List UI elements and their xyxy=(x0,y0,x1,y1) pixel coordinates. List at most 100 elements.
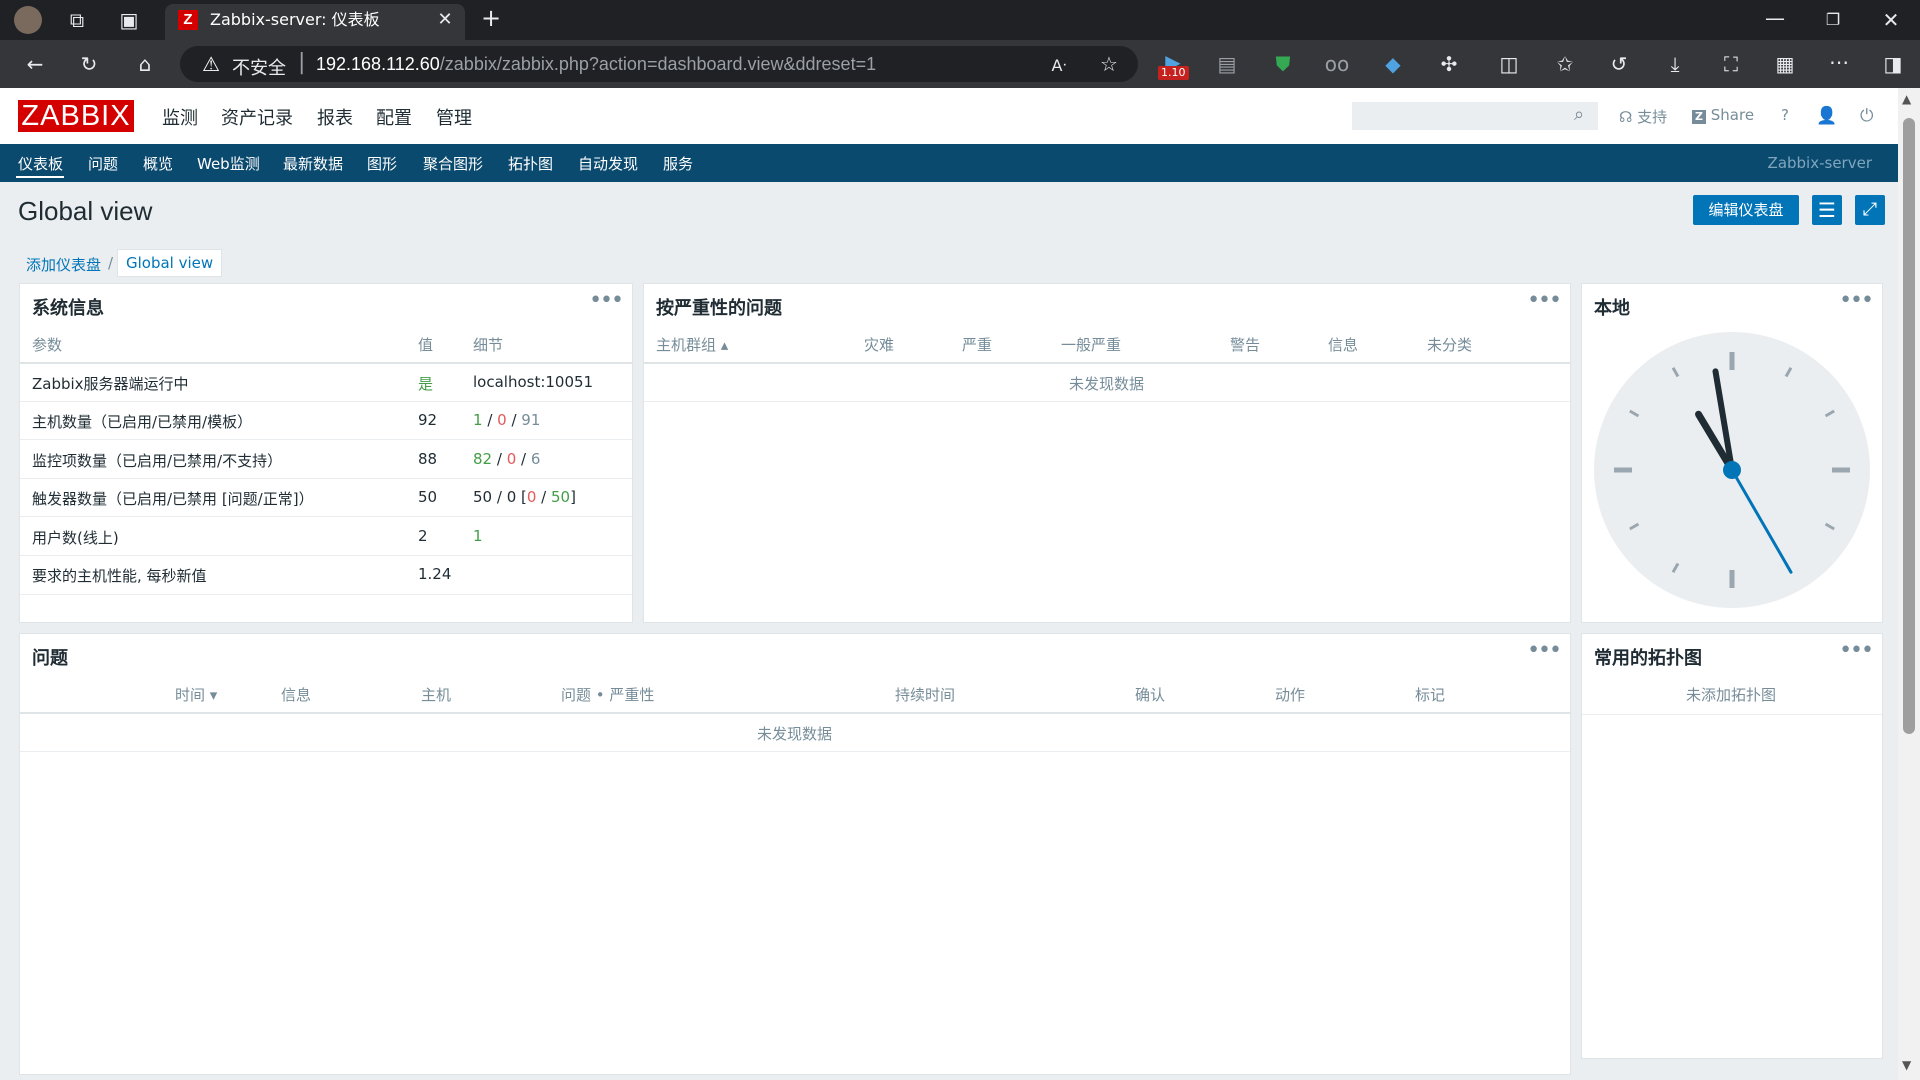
divider xyxy=(20,712,1570,714)
workspaces-icon[interactable]: ⧉ xyxy=(62,8,92,32)
reader-extension-icon[interactable]: oo xyxy=(1322,52,1352,76)
divider xyxy=(20,751,1570,752)
zabbix-logo[interactable]: ZABBIX xyxy=(18,100,134,132)
more-menu-icon[interactable]: ⋯ xyxy=(1824,50,1854,74)
menu-reports[interactable]: 报表 xyxy=(317,104,353,130)
back-icon[interactable]: ← xyxy=(20,52,50,76)
widget-menu-icon[interactable]: ••• xyxy=(1839,638,1874,663)
favorite-maps-widget: 常用的拓扑图 ••• 未添加拓扑图 xyxy=(1581,633,1883,1059)
reload-icon[interactable]: ↻ xyxy=(74,52,104,76)
restore-icon[interactable]: ❐ xyxy=(1818,8,1848,32)
param-detail: localhost:10051 xyxy=(473,373,594,391)
column-header: 持续时间 xyxy=(895,686,956,704)
submenu-discovery[interactable]: 自动发现 xyxy=(578,153,638,174)
ok-count: 50 xyxy=(551,488,571,506)
url-text[interactable]: 192.168.112.60/zabbix/zabbix.php?action=… xyxy=(316,54,876,75)
breadcrumb-separator: / xyxy=(108,254,114,272)
template-count: 91 xyxy=(521,411,541,429)
close-tab-icon[interactable]: ✕ xyxy=(430,8,460,32)
divider xyxy=(20,555,632,556)
param-label: 主机数量（已启用/已禁用/模板） xyxy=(32,413,253,431)
submenu-problems[interactable]: 问题 xyxy=(88,153,118,174)
disabled-count: 0 xyxy=(497,411,507,429)
param-value: 50 xyxy=(418,488,438,506)
param-label: 要求的主机性能, 每秒新值 xyxy=(32,567,207,585)
web-capture-icon[interactable]: ⛶ xyxy=(1716,52,1746,76)
bookmark-extension-icon[interactable]: ◆ xyxy=(1378,52,1408,76)
column-header-host-group[interactable]: 主机群组 ▴ xyxy=(656,334,728,355)
param-label: Zabbix服务器端运行中 xyxy=(32,375,189,393)
param-detail: 50 / 0 [0 / 50] xyxy=(473,488,576,506)
menu-configuration[interactable]: 配置 xyxy=(376,104,412,130)
menu-monitoring[interactable]: 监测 xyxy=(162,104,198,130)
breadcrumb-dashboards[interactable]: 添加仪表盘 xyxy=(26,254,101,275)
sidebar-toggle-icon[interactable]: ◨ xyxy=(1878,52,1908,76)
submenu-graphs[interactable]: 图形 xyxy=(367,153,397,174)
edit-dashboard-button[interactable]: 编辑仪表盘 xyxy=(1693,195,1799,225)
no-maps-message: 未添加拓扑图 xyxy=(1686,686,1777,704)
favorites-icon[interactable]: ✩ xyxy=(1550,52,1580,76)
column-header: 动作 xyxy=(1275,686,1306,704)
search-input[interactable] xyxy=(1352,102,1598,130)
submenu-web[interactable]: Web监测 xyxy=(197,153,260,174)
share-label: Share xyxy=(1710,106,1755,124)
enabled-count: 50 xyxy=(473,488,493,506)
breadcrumb-current[interactable]: Global view xyxy=(117,249,223,277)
widget-menu-icon[interactable]: ••• xyxy=(1839,288,1874,313)
menu-administration[interactable]: 管理 xyxy=(436,104,472,130)
submenu-maps[interactable]: 拓扑图 xyxy=(508,153,553,174)
enabled-count: 82 xyxy=(473,450,493,468)
downloads-icon[interactable]: ⤓ xyxy=(1660,52,1690,76)
analog-clock xyxy=(1594,332,1870,608)
minimize-icon[interactable]: — xyxy=(1760,6,1790,30)
split-screen-icon[interactable]: ◫ xyxy=(1494,52,1524,76)
shield-extension-icon[interactable]: ⛊ xyxy=(1268,52,1298,76)
column-header-time[interactable]: 时间 ▾ xyxy=(175,684,217,705)
user-profile-icon[interactable]: 👤 xyxy=(1816,106,1837,126)
scrollbar-thumb[interactable] xyxy=(1903,118,1915,734)
extensions-puzzle-icon[interactable]: ✣ xyxy=(1434,52,1464,76)
insecure-label[interactable]: 不安全 xyxy=(232,54,286,80)
fullscreen-button[interactable]: ⤢ xyxy=(1855,195,1885,225)
home-icon[interactable]: ⌂ xyxy=(130,52,160,76)
divider xyxy=(20,439,632,440)
submenu-overview[interactable]: 概览 xyxy=(143,153,173,174)
read-aloud-icon[interactable]: Aᐧ xyxy=(1044,54,1074,78)
sign-out-icon[interactable]: ⏻ xyxy=(1860,106,1873,126)
widget-title: 系统信息 xyxy=(32,298,104,319)
search-icon[interactable]: ⌕ xyxy=(1574,104,1584,125)
scroll-down-arrow-icon[interactable]: ▼ xyxy=(1902,1058,1911,1072)
help-button[interactable]: ? xyxy=(1781,106,1789,124)
divider xyxy=(20,594,632,595)
scroll-up-arrow-icon[interactable]: ▲ xyxy=(1902,92,1911,106)
widget-title: 问题 xyxy=(32,648,68,669)
unsupported-count: 6 xyxy=(530,450,541,468)
close-window-icon[interactable]: ✕ xyxy=(1876,8,1906,32)
clock-widget: 本地 ••• xyxy=(1581,283,1883,623)
menu-inventory[interactable]: 资产记录 xyxy=(221,104,293,130)
submenu-services[interactable]: 服务 xyxy=(663,153,693,174)
profile-avatar[interactable] xyxy=(14,6,42,34)
widget-menu-icon[interactable]: ••• xyxy=(589,288,624,313)
expand-icon: ⤢ xyxy=(1862,199,1878,220)
disabled-count: 0 xyxy=(506,488,517,506)
no-data-message: 未发现数据 xyxy=(1069,375,1145,393)
actions-menu-button[interactable]: ☰ xyxy=(1812,195,1842,225)
new-tab-icon[interactable]: + xyxy=(476,6,506,30)
history-icon[interactable]: ↺ xyxy=(1604,52,1634,76)
submenu-screens[interactable]: 聚合图形 xyxy=(423,153,483,174)
submenu-dashboard[interactable]: 仪表板 xyxy=(18,153,63,174)
extension-doc-icon[interactable]: ▤ xyxy=(1212,52,1242,76)
vertical-tabs-icon[interactable]: ▣ xyxy=(114,8,144,32)
widget-menu-icon[interactable]: ••• xyxy=(1527,288,1562,313)
support-link[interactable]: ☊ 支持 xyxy=(1619,106,1667,127)
favorite-star-icon[interactable]: ☆ xyxy=(1094,52,1124,76)
enabled-count: 1 xyxy=(473,411,483,429)
param-value: 是 xyxy=(418,375,434,393)
url-host: 192.168.112.60 xyxy=(316,54,440,74)
collections-icon[interactable]: ▦ xyxy=(1770,52,1800,76)
submenu-latest-data[interactable]: 最新数据 xyxy=(283,153,343,174)
share-link[interactable]: Z Share xyxy=(1692,106,1754,124)
warning-icon[interactable]: ⚠ xyxy=(202,52,220,76)
widget-menu-icon[interactable]: ••• xyxy=(1527,638,1562,663)
